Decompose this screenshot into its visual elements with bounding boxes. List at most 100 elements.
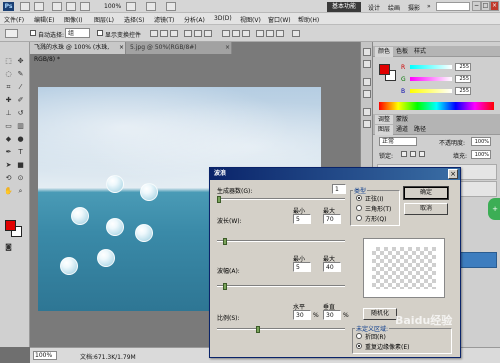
distribute-bottom-icon[interactable] [242, 30, 250, 37]
repeat-edge-pixels-radio[interactable] [356, 343, 362, 349]
shape-tool-icon[interactable]: ■ [15, 160, 26, 171]
color-spectrum-bar[interactable] [379, 102, 494, 110]
align-left-icon[interactable] [184, 30, 192, 37]
quick-mask-icon[interactable]: ◙ [3, 242, 14, 253]
pen-tool-icon[interactable]: ✒ [3, 147, 14, 158]
tab-channels[interactable]: 通道 [393, 125, 411, 135]
distribute-middle-icon[interactable] [232, 30, 240, 37]
zoom-level[interactable]: 100% [104, 3, 121, 10]
menu-3d[interactable]: 3D(D) [214, 15, 232, 22]
menu-image[interactable]: 图像(I) [64, 15, 82, 24]
wrap-around-radio[interactable] [356, 333, 362, 339]
blend-mode-dropdown[interactable]: 正常 [379, 137, 417, 146]
dodge-tool-icon[interactable]: ● [15, 134, 26, 145]
healing-brush-tool-icon[interactable]: ✚ [3, 95, 14, 106]
document-size-info[interactable]: 文档:671.3K/1.79M [80, 352, 136, 361]
hand-tool-icon[interactable] [66, 2, 76, 11]
show-transform-checkbox[interactable] [97, 30, 103, 36]
red-channel-value[interactable]: 255 [455, 63, 471, 71]
distribute-right-icon[interactable] [276, 30, 284, 37]
auto-align-icon[interactable] [292, 30, 300, 37]
bridge-icon[interactable] [20, 2, 30, 11]
crop-tool-icon[interactable]: ⌗ [3, 82, 14, 93]
randomize-button[interactable]: 随机化 [363, 308, 397, 320]
actions-panel-icon[interactable] [363, 60, 371, 68]
zoom-tool-icon[interactable] [80, 2, 90, 11]
type-square-radio[interactable] [356, 215, 362, 221]
menu-help[interactable]: 帮助(H) [298, 15, 319, 24]
foreground-color-swatch[interactable] [5, 220, 16, 231]
dialog-close-icon[interactable]: × [448, 169, 458, 179]
eraser-tool-icon[interactable]: ▭ [3, 121, 14, 132]
marquee-tool-icon[interactable]: ⬚ [3, 56, 14, 67]
align-middle-icon[interactable] [160, 30, 168, 37]
type-tool-icon[interactable]: T [15, 147, 26, 158]
distribute-left-icon[interactable] [256, 30, 264, 37]
arrange-documents-icon[interactable] [146, 2, 156, 11]
rotate-view-icon[interactable] [126, 2, 136, 11]
panel-foreground-color[interactable] [379, 64, 390, 75]
wavelength-min-input[interactable]: 5 [293, 214, 311, 224]
opacity-input[interactable]: 100% [471, 137, 491, 146]
blur-tool-icon[interactable]: ◆ [3, 134, 14, 145]
close-button[interactable]: × [490, 1, 499, 11]
status-zoom-field[interactable]: 100% [33, 351, 57, 360]
hand-tool-panel-icon[interactable]: ✋ [3, 186, 14, 197]
clone-stamp-tool-icon[interactable]: ⊥ [3, 108, 14, 119]
menu-view[interactable]: 视图(V) [240, 15, 261, 24]
ok-button[interactable]: 确定 [403, 186, 449, 200]
menu-select[interactable]: 选择(S) [124, 15, 145, 24]
paragraph-panel-icon[interactable] [363, 90, 371, 98]
align-right-icon[interactable] [204, 30, 212, 37]
wavelength-max-input[interactable]: 70 [323, 214, 341, 224]
3d-rotate-tool-icon[interactable]: ⟲ [3, 173, 14, 184]
lock-all-icon[interactable] [419, 151, 425, 157]
close-icon[interactable]: × [225, 42, 230, 54]
auto-select-checkbox[interactable] [30, 30, 36, 36]
eyedropper-tool-icon[interactable]: ⁄ [15, 82, 26, 93]
workspace-design[interactable]: 设计 [368, 3, 380, 12]
brush-panel-icon[interactable] [363, 108, 371, 116]
workspace-essentials-button[interactable]: 基本功能 [327, 2, 361, 12]
close-icon[interactable]: × [119, 42, 124, 54]
menu-file[interactable]: 文件(F) [4, 15, 24, 24]
zoom-tool-panel-icon[interactable]: ⌕ [15, 186, 26, 197]
quick-select-tool-icon[interactable]: ✎ [15, 69, 26, 80]
path-select-tool-icon[interactable]: ➤ [3, 160, 14, 171]
wavelength-slider[interactable] [217, 240, 345, 242]
gradient-tool-icon[interactable]: ▥ [15, 121, 26, 132]
amplitude-min-input[interactable]: 5 [293, 262, 311, 272]
workspace-photography[interactable]: 摄影 [408, 3, 420, 12]
history-brush-tool-icon[interactable]: ↺ [15, 108, 26, 119]
tab-paths[interactable]: 路径 [411, 125, 429, 135]
character-panel-icon[interactable] [363, 78, 371, 86]
tab-swatches[interactable]: 色板 [393, 47, 411, 57]
scale-slider-thumb[interactable] [256, 326, 260, 333]
fill-input[interactable]: 100% [471, 150, 491, 159]
menu-window[interactable]: 窗口(W) [268, 15, 291, 24]
amplitude-slider-min-thumb[interactable] [223, 283, 227, 290]
workspace-more-icon[interactable]: » [427, 3, 431, 10]
search-input[interactable] [436, 2, 470, 11]
wavelength-slider-min-thumb[interactable] [223, 238, 227, 245]
generators-input[interactable]: 1 [332, 184, 346, 194]
lock-pixels-icon[interactable] [401, 151, 407, 157]
maximize-button[interactable]: □ [481, 1, 490, 11]
clone-source-panel-icon[interactable] [363, 120, 371, 128]
distribute-center-icon[interactable] [266, 30, 274, 37]
menu-filter[interactable]: 滤镜(T) [154, 15, 174, 24]
minimize-button[interactable]: − [472, 1, 481, 11]
blue-channel-slider[interactable] [410, 89, 452, 93]
menu-edit[interactable]: 编辑(E) [34, 15, 54, 24]
align-center-icon[interactable] [194, 30, 202, 37]
type-triangle-radio[interactable] [356, 205, 362, 211]
mini-bridge-icon[interactable] [34, 2, 44, 11]
workspace-painting[interactable]: 绘画 [388, 3, 400, 12]
type-sine-radio[interactable] [356, 195, 362, 201]
generators-slider[interactable] [217, 198, 345, 200]
menu-layer[interactable]: 图层(L) [94, 15, 114, 24]
align-bottom-icon[interactable] [170, 30, 178, 37]
side-plus-button[interactable]: + [488, 198, 500, 220]
green-channel-value[interactable]: 255 [455, 75, 471, 83]
screen-mode-icon[interactable] [166, 2, 176, 11]
